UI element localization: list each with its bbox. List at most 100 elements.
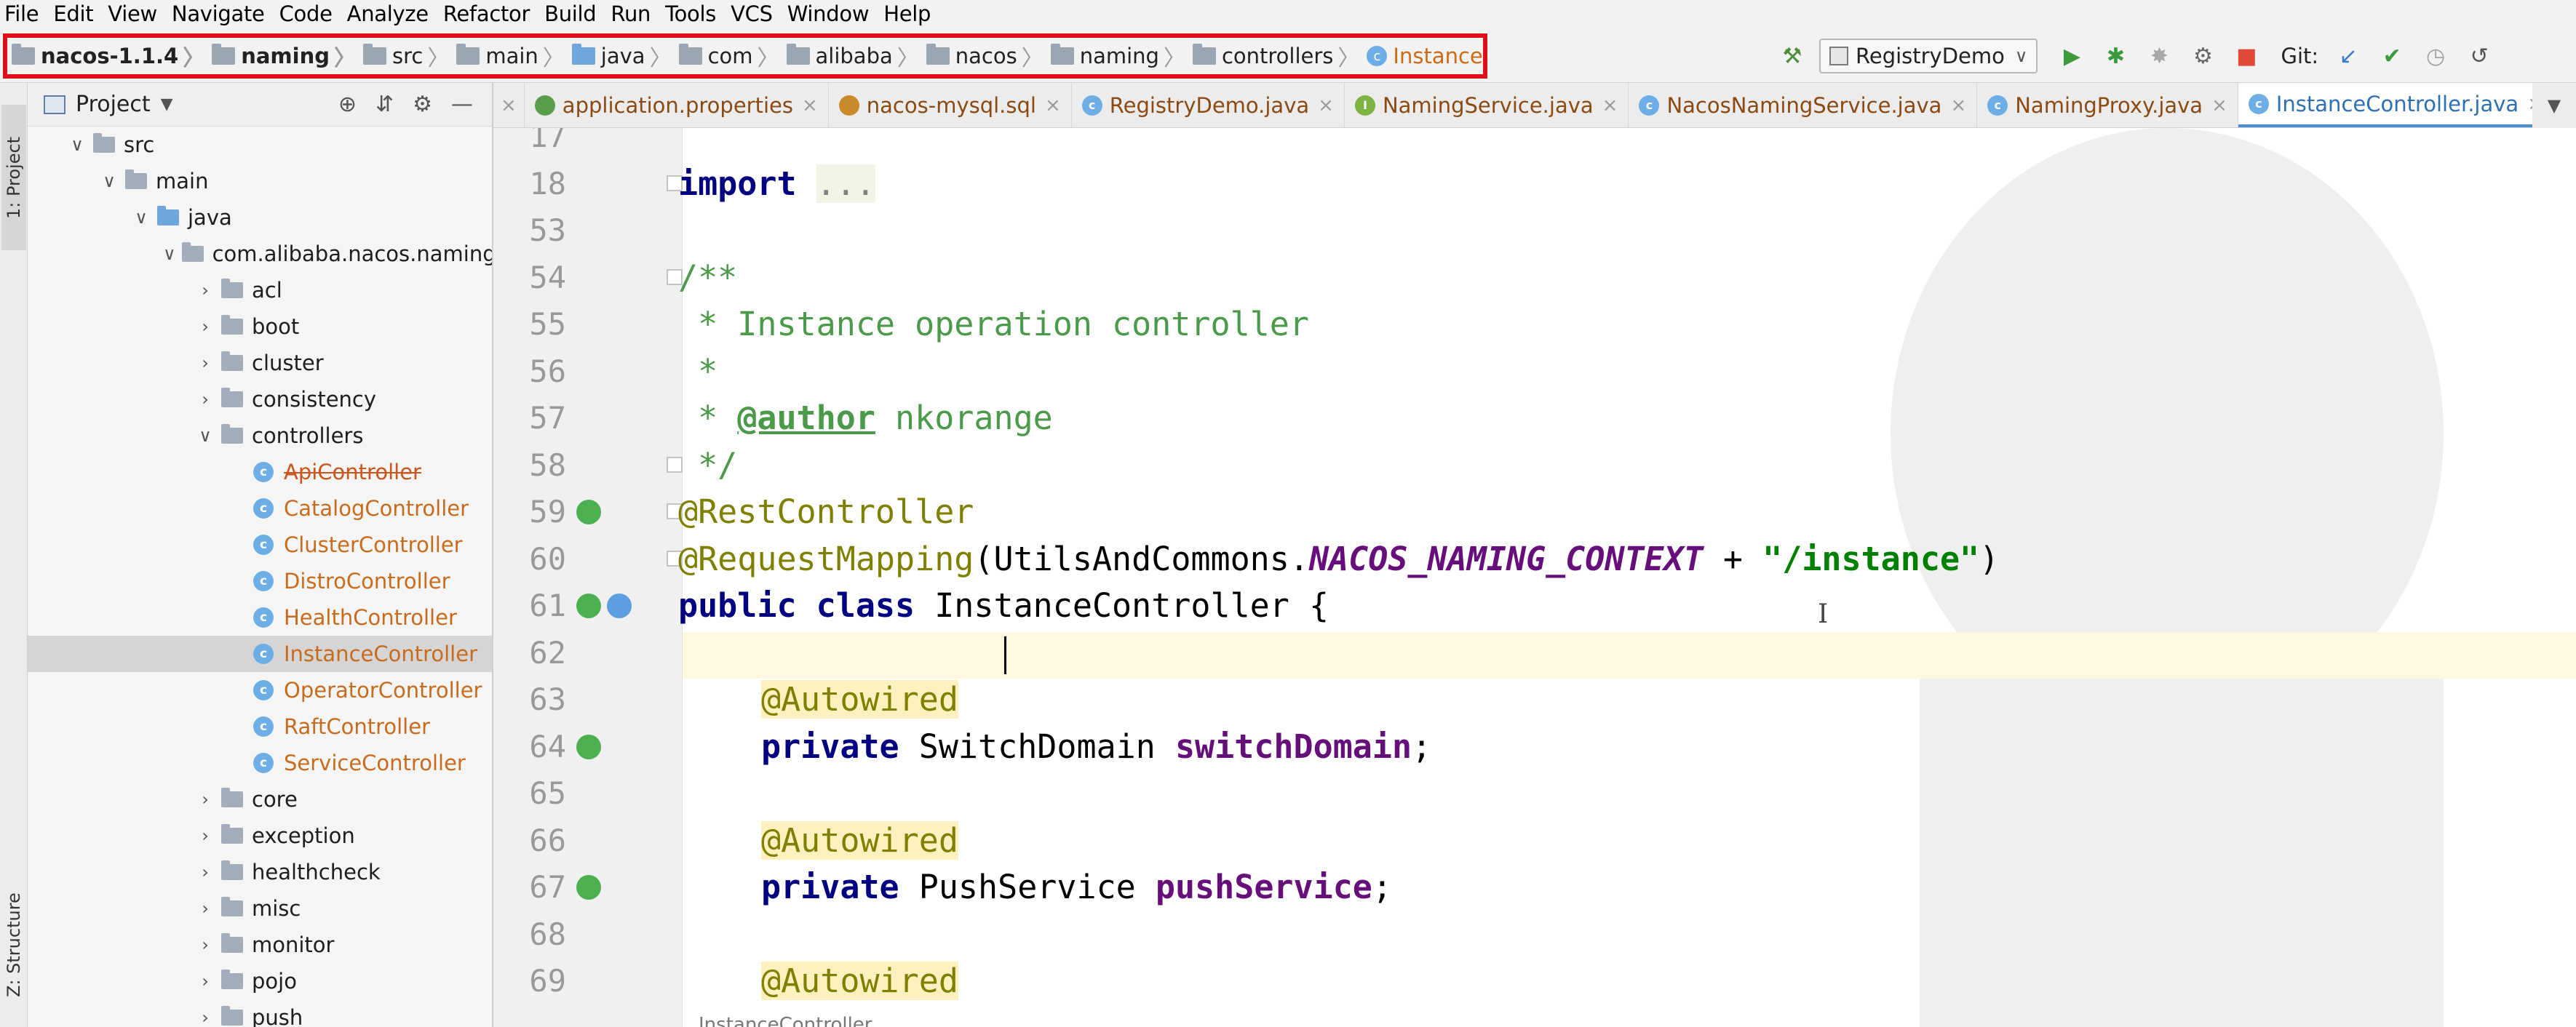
- menu-analyze[interactable]: Analyze: [347, 1, 429, 26]
- menu-edit[interactable]: Edit: [53, 1, 93, 26]
- chevron-right-icon[interactable]: ›: [195, 789, 215, 810]
- chevron-right-icon[interactable]: ›: [195, 971, 215, 991]
- breadcrumb-item-naming[interactable]: naming 〉: [1050, 40, 1193, 72]
- tree-item-folder[interactable]: ∨ src: [28, 127, 492, 163]
- menu-run[interactable]: Run: [611, 1, 651, 26]
- chevron-right-icon[interactable]: ›: [195, 935, 215, 955]
- close-icon[interactable]: ×: [2211, 95, 2227, 116]
- chevron-right-icon[interactable]: ›: [195, 1007, 215, 1027]
- hide-icon[interactable]: —: [451, 92, 473, 117]
- breadcrumb-item-main[interactable]: main 〉: [456, 40, 571, 72]
- menu-file[interactable]: File: [4, 1, 39, 26]
- run-icon[interactable]: ▶: [2055, 39, 2088, 73]
- collapse-all-icon[interactable]: ⇵: [375, 92, 394, 117]
- menu-help[interactable]: Help: [883, 1, 931, 26]
- tree-item-class[interactable]: c RaftController: [28, 708, 492, 745]
- editor-tab[interactable]: I NamingService.java ×: [1345, 83, 1629, 127]
- menu-view[interactable]: View: [108, 1, 157, 26]
- breadcrumb-item-class[interactable]: cInstanceController〉: [1367, 40, 1483, 72]
- breadcrumb-item-src[interactable]: src 〉: [362, 40, 456, 72]
- close-icon[interactable]: ×: [1602, 95, 1618, 116]
- tree-item-class[interactable]: c ApiController: [28, 454, 492, 490]
- tree-item-folder[interactable]: › exception: [28, 818, 492, 854]
- editor-tab[interactable]: nacos-mysql.sql ×: [829, 83, 1072, 127]
- tabs-overflow-icon[interactable]: ▼: [2532, 83, 2576, 128]
- close-icon[interactable]: ×: [802, 95, 818, 116]
- breadcrumb-item-alibaba[interactable]: alibaba 〉: [786, 40, 926, 72]
- tab-hidden-left[interactable]: ×: [493, 83, 525, 127]
- structure-tool-tab[interactable]: Z: Structure: [1, 876, 26, 1014]
- chevron-right-icon[interactable]: ›: [195, 280, 215, 300]
- editor-tab[interactable]: c NacosNamingService.java ×: [1629, 83, 1978, 127]
- tree-item-class[interactable]: c DistroController: [28, 563, 492, 599]
- code-editor[interactable]: 17 18 import ... 53 54 /** 55 * Instance opera…: [493, 128, 2576, 1027]
- implemented-icon[interactable]: [607, 594, 632, 618]
- chevron-right-icon[interactable]: ›: [195, 353, 215, 373]
- coverage-icon[interactable]: ✸: [2142, 39, 2176, 73]
- chevron-right-icon[interactable]: ›: [195, 389, 215, 409]
- spring-bean-icon[interactable]: [576, 594, 601, 618]
- tree-item-class[interactable]: c ClusterController: [28, 527, 492, 563]
- breadcrumb-item-controllers[interactable]: controllers 〉: [1192, 40, 1367, 72]
- menu-tools[interactable]: Tools: [665, 1, 716, 26]
- breadcrumb-item-nacos[interactable]: nacos 〉: [926, 40, 1051, 72]
- menu-navigate[interactable]: Navigate: [172, 1, 265, 26]
- editor-breadcrumb[interactable]: InstanceController: [699, 1014, 872, 1027]
- git-commit-icon[interactable]: ✔: [2375, 39, 2409, 73]
- chevron-down-icon[interactable]: ∨: [131, 207, 151, 228]
- tree-item-class[interactable]: c InstanceController: [28, 636, 492, 672]
- tree-item-class[interactable]: c ServiceController: [28, 745, 492, 781]
- close-icon[interactable]: ×: [1318, 95, 1334, 116]
- locate-icon[interactable]: ⊕: [338, 92, 357, 117]
- tree-item-folder[interactable]: › consistency: [28, 381, 492, 417]
- close-icon[interactable]: ×: [1950, 95, 1966, 116]
- menu-refactor[interactable]: Refactor: [443, 1, 530, 26]
- git-rollback-icon[interactable]: ↺: [2462, 39, 2496, 73]
- chevron-right-icon[interactable]: ›: [195, 316, 215, 337]
- profile-icon[interactable]: ⚙: [2186, 39, 2219, 73]
- menu-code[interactable]: Code: [279, 1, 333, 26]
- tree-item-class[interactable]: c OperatorController: [28, 672, 492, 708]
- tree-item-folder[interactable]: › monitor: [28, 927, 492, 963]
- chevron-down-icon[interactable]: ∨: [195, 425, 215, 446]
- tree-item-class[interactable]: c CatalogController: [28, 490, 492, 527]
- chevron-down-icon[interactable]: ∨: [99, 171, 119, 191]
- editor-tab[interactable]: c RegistryDemo.java ×: [1072, 83, 1345, 127]
- project-view-selector[interactable]: Project: [76, 92, 151, 117]
- menu-window[interactable]: Window: [787, 1, 870, 26]
- breadcrumb-item-com[interactable]: com 〉: [678, 40, 787, 72]
- tree-item-folder[interactable]: ∨ com.alibaba.nacos.naming: [28, 236, 492, 272]
- breadcrumb-item-java[interactable]: java 〉: [571, 40, 679, 72]
- debug-icon[interactable]: ✱: [2099, 39, 2132, 73]
- chevron-down-icon[interactable]: ∨: [67, 135, 87, 155]
- close-icon[interactable]: ×: [1045, 95, 1061, 116]
- tree-item-class[interactable]: c HealthController: [28, 599, 492, 636]
- project-tool-tab[interactable]: 1: Project: [1, 105, 26, 250]
- stop-icon[interactable]: ■: [2230, 39, 2263, 73]
- menu-build[interactable]: Build: [544, 1, 597, 26]
- chevron-down-icon[interactable]: ∨: [163, 244, 176, 264]
- run-configuration-select[interactable]: RegistryDemo ∨: [1819, 39, 2038, 73]
- breadcrumb-item-project[interactable]: nacos-1.1.4 〉: [12, 40, 212, 72]
- spring-bean-icon[interactable]: [576, 500, 601, 524]
- tree-item-folder[interactable]: › core: [28, 781, 492, 818]
- editor-tab[interactable]: c NamingProxy.java ×: [1977, 83, 2238, 127]
- tree-item-folder[interactable]: ∨ main: [28, 163, 492, 199]
- tree-item-folder[interactable]: › push: [28, 999, 492, 1027]
- spring-bean-icon[interactable]: [576, 734, 601, 759]
- menu-vcs[interactable]: VCS: [731, 1, 773, 26]
- breadcrumb-item-module[interactable]: naming 〉: [212, 40, 363, 72]
- editor-tab[interactable]: application.properties ×: [525, 83, 829, 127]
- caret-down-icon[interactable]: ▼: [161, 95, 173, 113]
- tree-item-folder[interactable]: › misc: [28, 890, 492, 927]
- tree-item-folder[interactable]: › acl: [28, 272, 492, 308]
- build-hammer-icon[interactable]: ⚒: [1776, 39, 1809, 73]
- chevron-right-icon[interactable]: ›: [195, 862, 215, 882]
- git-update-icon[interactable]: ↙: [2331, 39, 2365, 73]
- git-history-icon[interactable]: ◷: [2419, 39, 2452, 73]
- chevron-right-icon[interactable]: ›: [195, 898, 215, 919]
- tree-item-folder[interactable]: › pojo: [28, 963, 492, 999]
- tree-item-folder[interactable]: › cluster: [28, 345, 492, 381]
- gear-icon[interactable]: ⚙: [413, 92, 432, 117]
- close-icon[interactable]: ×: [501, 95, 517, 116]
